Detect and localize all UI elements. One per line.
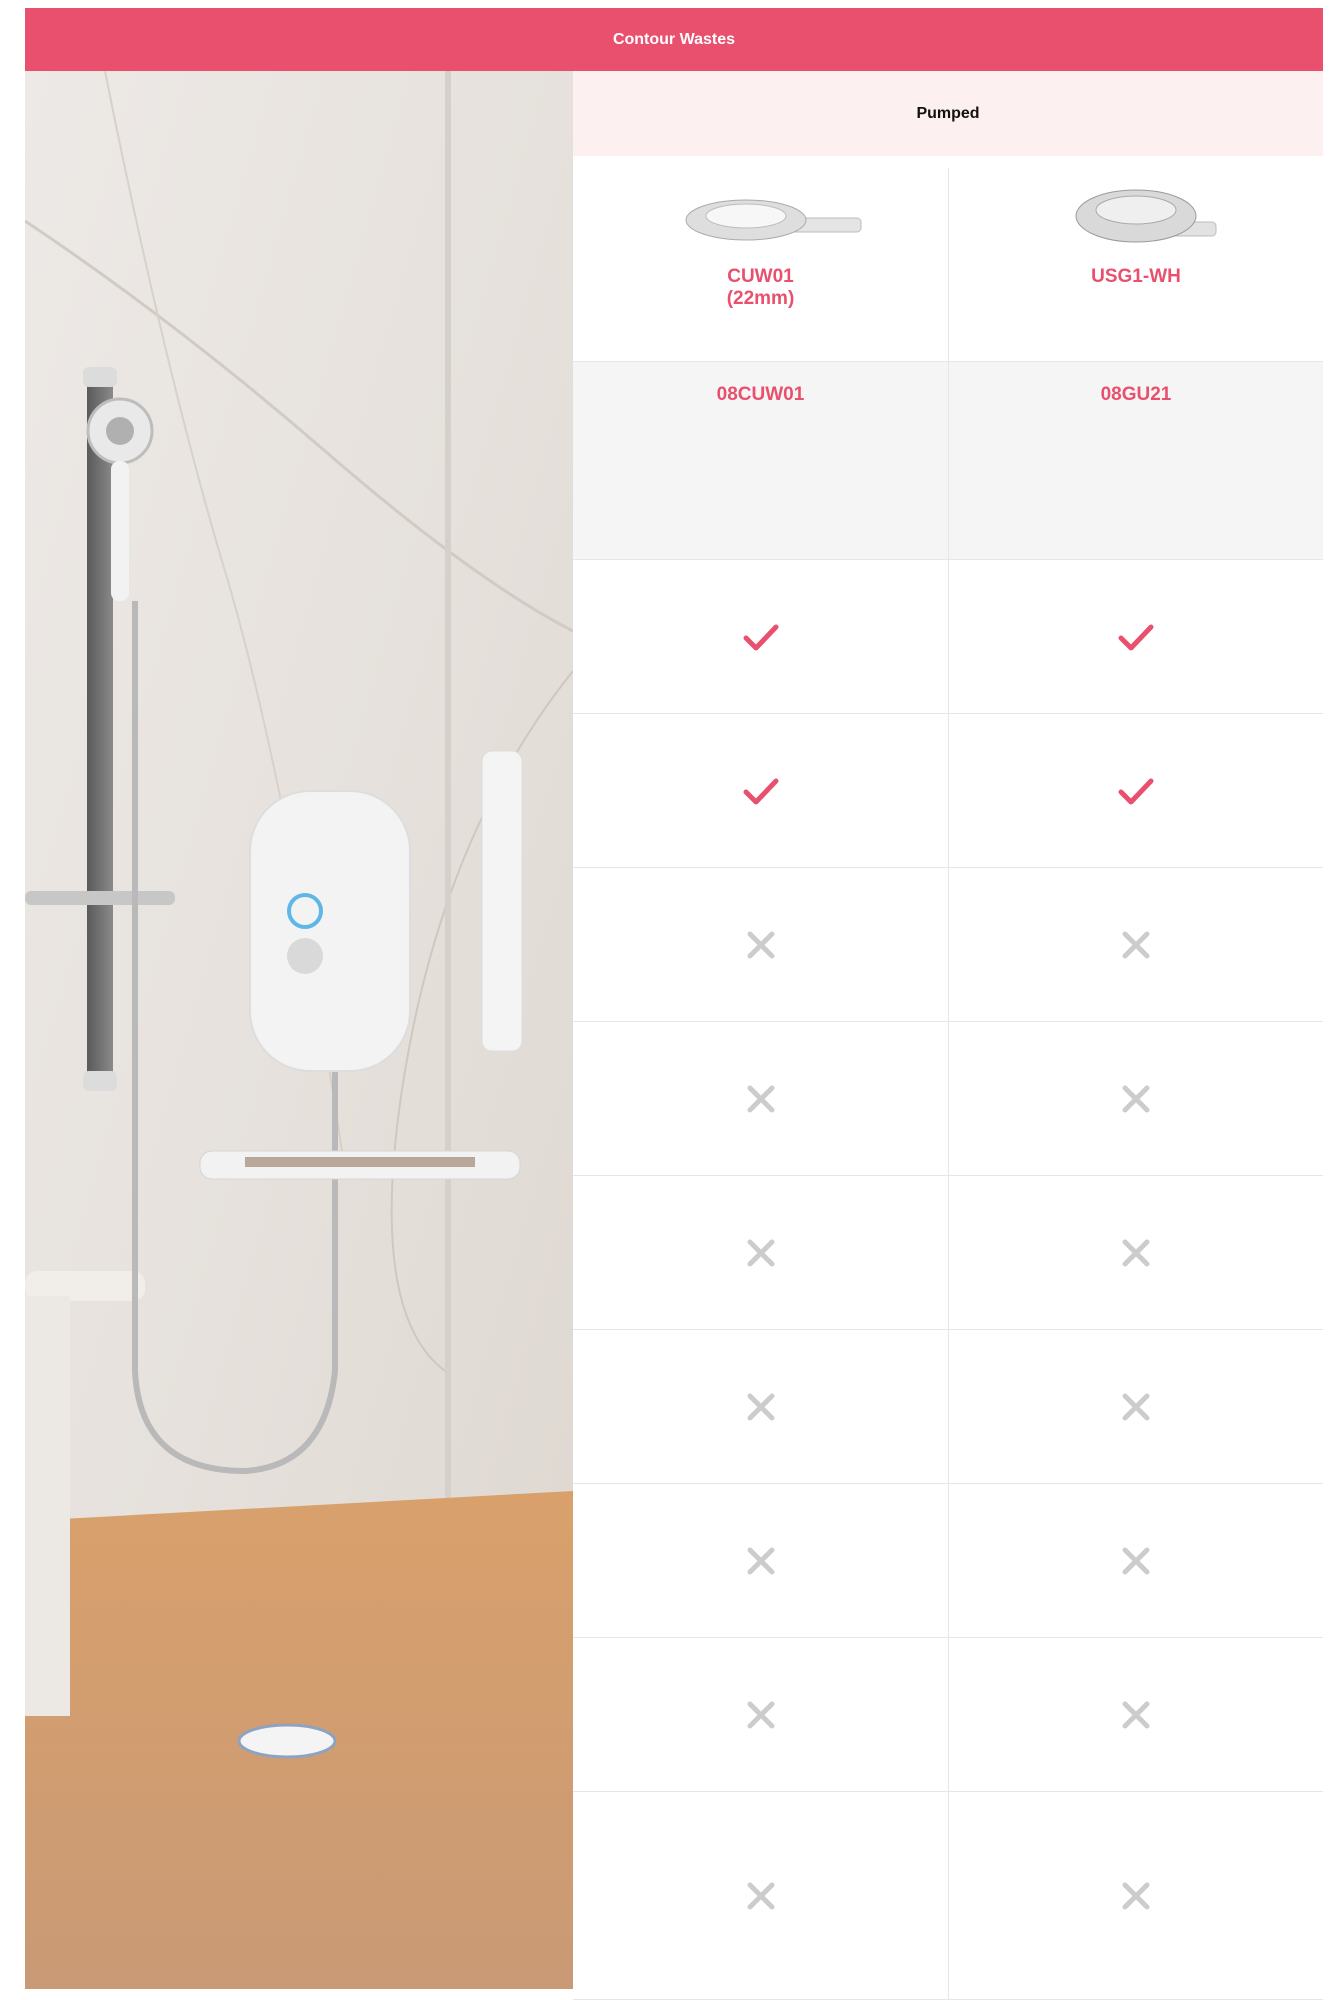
- feature-row: [573, 868, 1323, 1022]
- cross-icon: [1122, 931, 1150, 958]
- cross-icon: [1122, 1701, 1150, 1728]
- feature-cell: [948, 868, 1323, 1021]
- feature-cell: [573, 1638, 948, 1791]
- cross-icon: [1122, 1239, 1150, 1266]
- check-icon: [743, 624, 778, 650]
- feature-row: [573, 1330, 1323, 1484]
- cross-icon: [747, 931, 774, 958]
- subheader-title: Pumped: [916, 104, 980, 122]
- feature-cell: [573, 1022, 948, 1175]
- pumped-subheader: Pumped: [573, 71, 1323, 156]
- feature-cell: [573, 714, 948, 867]
- cross-icon: [1122, 1393, 1150, 1420]
- feature-cell: [948, 1330, 1323, 1483]
- feature-rows: [573, 560, 1323, 2000]
- feature-row: [573, 1484, 1323, 1638]
- feature-cell: [573, 1792, 948, 1999]
- shower-room-photo: [25, 71, 573, 1989]
- feature-row: [573, 1638, 1323, 1792]
- feature-cell: [573, 560, 948, 713]
- feature-cell: [948, 714, 1323, 867]
- cross-icon: [747, 1239, 774, 1266]
- cross-icon: [1122, 1547, 1150, 1574]
- check-icon: [1118, 778, 1154, 804]
- check-icon: [743, 778, 778, 804]
- feature-cell: [948, 1484, 1323, 1637]
- feature-cell: [948, 1792, 1323, 1999]
- product-code: 08CUW01: [716, 384, 805, 405]
- cross-icon: [747, 1701, 774, 1728]
- feature-cell: [948, 1022, 1323, 1175]
- feature-cell: [573, 1176, 948, 1329]
- comparison-table: CUW01 (22mm) USG1-WH 08CUW01 08GU21: [573, 168, 1323, 2000]
- product-name: USG1-WH: [1091, 266, 1181, 287]
- cross-icon: [747, 1882, 774, 1909]
- feature-cell: [948, 1638, 1323, 1791]
- check-icon: [1118, 624, 1154, 650]
- round-waste-with-outlet-image: [685, 199, 861, 241]
- cross-icon: [747, 1547, 774, 1574]
- cross-icon: [1122, 1085, 1150, 1112]
- gully-waste-image: [1075, 189, 1217, 243]
- feature-cell: [948, 1176, 1323, 1329]
- feature-cell: [573, 1484, 948, 1637]
- feature-cell: [573, 1330, 948, 1483]
- feature-row: [573, 1792, 1323, 2000]
- cross-icon: [747, 1085, 774, 1112]
- feature-row: [573, 1176, 1323, 1330]
- feature-row: [573, 714, 1323, 868]
- feature-row: [573, 1022, 1323, 1176]
- feature-row: [573, 560, 1323, 714]
- product-cell-cuw01[interactable]: CUW01 (22mm): [573, 168, 948, 361]
- code-cell: 08CUW01: [573, 362, 948, 559]
- feature-cell: [573, 868, 948, 1021]
- table-header: Contour Wastes: [25, 8, 1323, 71]
- cross-icon: [1122, 1882, 1150, 1909]
- cross-icon: [747, 1393, 774, 1420]
- code-cell: 08GU21: [948, 362, 1323, 559]
- product-name: CUW01 (22mm): [726, 266, 795, 309]
- product-cell-usg1-wh[interactable]: USG1-WH: [948, 168, 1323, 361]
- product-row: CUW01 (22mm) USG1-WH: [573, 168, 1323, 362]
- feature-cell: [948, 560, 1323, 713]
- code-row: 08CUW01 08GU21: [573, 362, 1323, 560]
- product-code: 08GU21: [1100, 384, 1172, 405]
- table-title: Contour Wastes: [612, 30, 736, 48]
